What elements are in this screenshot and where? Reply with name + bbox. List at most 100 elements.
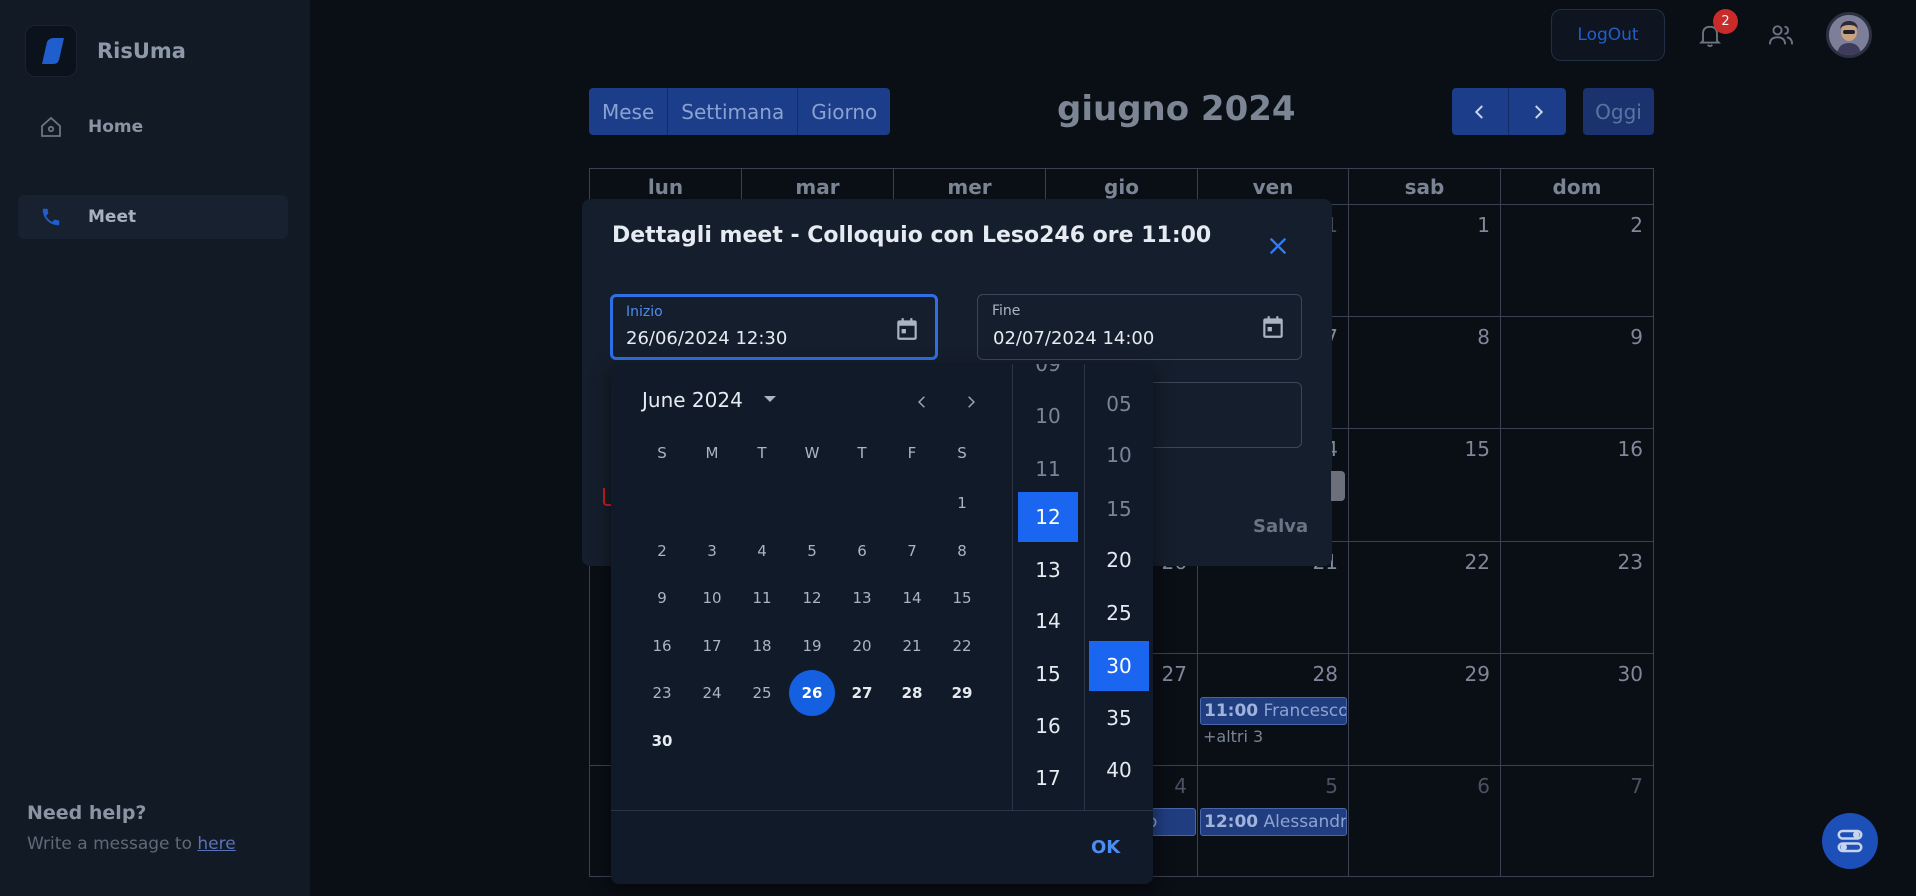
day-cell[interactable]: 7 — [1501, 766, 1653, 876]
picker-day[interactable]: 14 — [889, 575, 935, 621]
picker-day[interactable]: 21 — [889, 623, 935, 669]
minute-option[interactable]: 20 — [1089, 535, 1149, 585]
view-month-button[interactable]: Mese — [589, 88, 669, 135]
picker-day[interactable]: 26 — [789, 670, 835, 716]
hour-column[interactable]: 09 10 11 12 13 14 15 16 17 — [1012, 364, 1084, 810]
minute-option[interactable]: 10 — [1089, 430, 1149, 480]
hour-option[interactable]: 09 — [1018, 364, 1078, 389]
next-month-button[interactable] — [1509, 88, 1566, 135]
picker-day[interactable]: 12 — [789, 575, 835, 621]
logout-button[interactable]: LogOut — [1551, 9, 1665, 61]
meet-text-field[interactable] — [1150, 382, 1302, 448]
minute-option[interactable]: 25 — [1089, 588, 1149, 638]
weekday-initial: S — [957, 444, 967, 462]
close-button[interactable] — [1263, 231, 1293, 261]
minute-option[interactable]: 35 — [1089, 693, 1149, 743]
weekday-initial: W — [804, 444, 820, 462]
day-cell[interactable]: 9 — [1501, 317, 1653, 429]
more-events-link[interactable]: +altri 3 — [1203, 727, 1263, 746]
minute-option[interactable]: 40 — [1089, 745, 1149, 795]
caret-down-icon[interactable] — [764, 396, 776, 402]
picker-day[interactable]: 1 — [939, 480, 985, 526]
picker-day[interactable]: 18 — [739, 623, 785, 669]
settings-fab[interactable] — [1822, 813, 1878, 869]
picker-day[interactable]: 23 — [639, 670, 685, 716]
hour-option[interactable]: 17 — [1018, 753, 1078, 803]
picker-day[interactable]: 8 — [939, 528, 985, 574]
minute-option[interactable]: 15 — [1089, 484, 1149, 534]
day-cell[interactable]: 8 — [1349, 317, 1501, 429]
avatar[interactable] — [1826, 12, 1872, 58]
picker-day[interactable]: 28 — [889, 670, 935, 716]
picker-day[interactable]: 2 — [639, 528, 685, 574]
minute-option[interactable]: 30 — [1089, 641, 1149, 691]
picker-day[interactable]: 9 — [639, 575, 685, 621]
day-cell[interactable]: 6 — [1349, 766, 1501, 876]
calendar-event[interactable]: 12:00 Alessandro — [1200, 808, 1347, 836]
picker-month-label[interactable]: June 2024 — [642, 388, 743, 412]
picker-day[interactable]: 10 — [689, 575, 735, 621]
datetime-picker: June 2024 S M T W T F S 1 2 3 4 5 6 7 8 9 10 11 12 1… — [611, 364, 1153, 884]
picker-day[interactable]: 7 — [889, 528, 935, 574]
picker-next-month-button[interactable] — [961, 390, 981, 414]
picker-day[interactable]: 17 — [689, 623, 735, 669]
prev-month-button[interactable] — [1452, 88, 1509, 135]
picker-day[interactable]: 6 — [839, 528, 885, 574]
picker-day[interactable]: 25 — [739, 670, 785, 716]
view-week-button[interactable]: Settimana — [668, 88, 799, 135]
picker-day[interactable]: 27 — [839, 670, 885, 716]
hour-option[interactable]: 12 — [1018, 492, 1078, 542]
view-day-button[interactable]: Giorno — [798, 88, 891, 135]
picker-day[interactable]: 19 — [789, 623, 835, 669]
picker-day[interactable]: 24 — [689, 670, 735, 716]
today-button[interactable]: Oggi — [1583, 88, 1654, 135]
ok-button[interactable]: OK — [1091, 837, 1120, 858]
minute-option[interactable]: 45 — [1089, 798, 1149, 810]
start-datetime-field[interactable]: Inizio 26/06/2024 12:30 — [610, 294, 938, 360]
weekday-initial: F — [907, 444, 917, 462]
sidebar-item-meet[interactable]: Meet — [18, 195, 288, 239]
day-cell[interactable]: 30 — [1501, 654, 1653, 766]
picker-day[interactable]: 29 — [939, 670, 985, 716]
day-cell[interactable]: 22 — [1349, 542, 1501, 654]
event-chip[interactable] — [1331, 471, 1345, 501]
view-switcher: Mese Settimana Giorno — [589, 88, 891, 135]
picker-day[interactable]: 15 — [939, 575, 985, 621]
day-cell[interactable]: 29 — [1349, 654, 1501, 766]
minute-option[interactable]: 05 — [1089, 379, 1149, 429]
picker-day[interactable]: 22 — [939, 623, 985, 669]
day-cell[interactable]: 16 — [1501, 429, 1653, 542]
day-cell[interactable]: 15 — [1349, 429, 1501, 542]
users-icon[interactable] — [1764, 18, 1798, 52]
hour-option[interactable]: 10 — [1018, 391, 1078, 441]
sidebar-item-home[interactable]: Home — [18, 105, 288, 149]
picker-day[interactable]: 13 — [839, 575, 885, 621]
hour-option[interactable]: 15 — [1018, 649, 1078, 699]
picker-day[interactable]: 16 — [639, 623, 685, 669]
day-cell[interactable]: 1 — [1349, 205, 1501, 317]
hour-option[interactable]: 13 — [1018, 545, 1078, 595]
minute-column[interactable]: 0510152025303540 45 — [1084, 364, 1153, 810]
end-datetime-field[interactable]: Fine 02/07/2024 14:00 — [977, 294, 1302, 360]
calendar-icon[interactable] — [893, 315, 921, 343]
help-text-prefix: Write a message to — [27, 834, 198, 854]
calendar-event[interactable]: o — [1146, 808, 1196, 836]
hour-option[interactable]: 11 — [1018, 444, 1078, 494]
picker-prev-month-button[interactable] — [912, 390, 932, 414]
help-link[interactable]: here — [197, 834, 235, 854]
hour-option[interactable]: 14 — [1018, 596, 1078, 646]
day-cell[interactable]: 2 — [1501, 205, 1653, 317]
picker-day[interactable]: 5 — [789, 528, 835, 574]
day-cell[interactable]: 23 — [1501, 542, 1653, 654]
picker-day[interactable]: 4 — [739, 528, 785, 574]
toggles-icon — [1837, 829, 1863, 853]
picker-day[interactable]: 11 — [739, 575, 785, 621]
picker-day[interactable]: 30 — [639, 718, 685, 764]
calendar-event[interactable]: 11:00 Francesco — [1200, 697, 1347, 725]
hour-option[interactable]: 16 — [1018, 701, 1078, 751]
picker-day[interactable]: 20 — [839, 623, 885, 669]
calendar-icon[interactable] — [1259, 313, 1287, 341]
picker-day[interactable]: 3 — [689, 528, 735, 574]
brand[interactable]: RisUma — [25, 25, 186, 77]
save-button[interactable]: Salva — [1253, 516, 1308, 537]
